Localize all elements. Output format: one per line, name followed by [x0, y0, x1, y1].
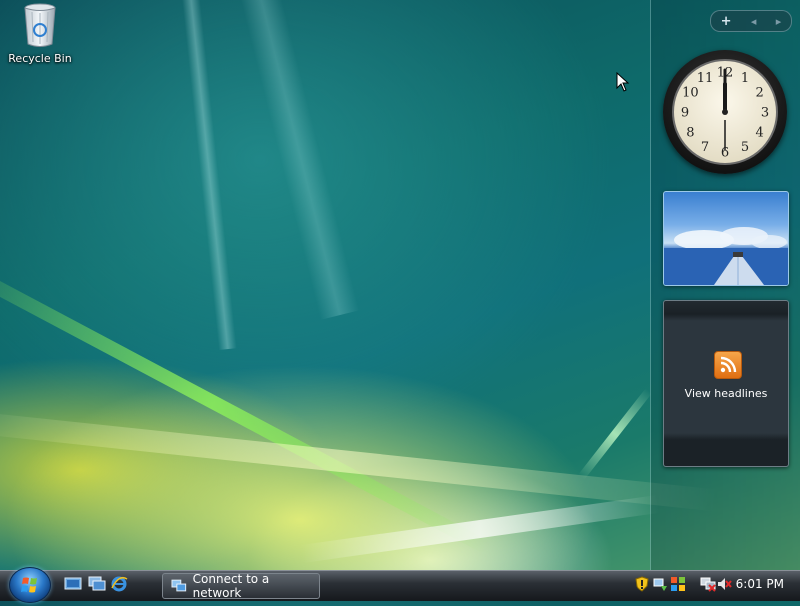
recycle-bin-icon — [24, 3, 56, 47]
windows-update-icon[interactable] — [670, 576, 686, 592]
previous-page-button[interactable]: ◂ — [751, 15, 757, 28]
slideshow-image — [664, 227, 788, 285]
desktop-icon-recycle-bin[interactable]: Recycle Bin — [4, 2, 76, 65]
wallpaper-streak — [300, 495, 660, 563]
clock-numeral: 8 — [686, 126, 694, 141]
taskbar-button-connect-to-network[interactable]: Connect to a network — [162, 572, 320, 600]
security-alert-icon[interactable] — [634, 576, 650, 592]
mouse-pointer-icon — [616, 72, 630, 92]
rss-feed-icon — [714, 351, 742, 379]
clock-numeral: 1 — [741, 71, 749, 86]
next-page-button[interactable]: ▸ — [776, 15, 782, 28]
feed-headlines-gadget[interactable]: View headlines — [663, 300, 789, 467]
clock-numeral: 11 — [697, 71, 714, 86]
clock-numeral: 9 — [681, 106, 689, 121]
slideshow-gadget[interactable] — [663, 191, 789, 286]
clock-gadget[interactable]: 121234567891011 — [663, 50, 787, 174]
windows-logo-icon — [21, 577, 37, 593]
wallpaper-streak — [0, 250, 491, 555]
view-headlines-link[interactable]: View headlines — [664, 387, 788, 400]
network-status-icon[interactable] — [652, 576, 668, 592]
clock-numeral: 10 — [682, 86, 699, 101]
switch-windows-icon[interactable] — [88, 576, 106, 592]
clock-face: 121234567891011 — [672, 59, 778, 165]
clock-numeral: 5 — [741, 140, 749, 155]
clock-numeral: 2 — [755, 86, 763, 101]
show-desktop-icon[interactable] — [64, 576, 82, 592]
wallpaper-streak — [181, 0, 237, 350]
wallpaper-streak — [577, 388, 653, 480]
clock-numeral: 3 — [761, 106, 769, 121]
taskbar-clock[interactable]: 6:01 PM — [736, 577, 784, 591]
sidebar-controls: + ◂ ▸ — [710, 10, 792, 32]
taskbar-button-label: Connect to a network — [192, 572, 270, 600]
clock-numeral: 7 — [701, 140, 709, 155]
add-gadget-button[interactable]: + — [721, 14, 732, 29]
network-connect-icon — [171, 579, 187, 592]
start-button[interactable] — [9, 567, 51, 603]
clock-numeral: 4 — [755, 126, 763, 141]
desktop-icon-label: Recycle Bin — [8, 52, 72, 65]
wallpaper-streak — [240, 0, 360, 320]
network-disconnected-icon[interactable] — [700, 576, 716, 592]
wallpaper-streak — [0, 410, 717, 512]
internet-explorer-icon[interactable] — [110, 576, 128, 592]
volume-muted-icon[interactable] — [716, 576, 732, 592]
